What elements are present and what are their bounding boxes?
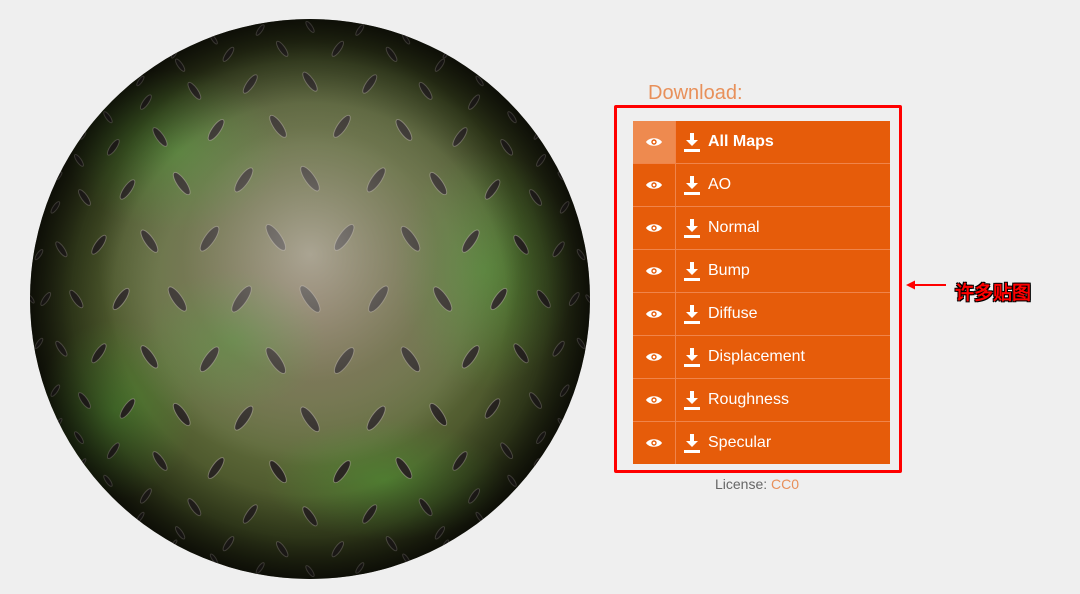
download-icon xyxy=(684,218,700,238)
map-row: Diffuse xyxy=(633,293,890,336)
download-icon xyxy=(684,304,700,324)
map-row: Bump xyxy=(633,250,890,293)
preview-button[interactable] xyxy=(633,250,676,292)
map-label: All Maps xyxy=(708,133,774,150)
license-line: License: CC0 xyxy=(715,476,799,492)
download-icon xyxy=(684,175,700,195)
preview-button[interactable] xyxy=(633,164,676,206)
preview-button[interactable] xyxy=(633,207,676,249)
preview-button[interactable] xyxy=(633,422,676,464)
download-button[interactable]: Displacement xyxy=(676,336,890,378)
download-icon xyxy=(684,132,700,152)
download-button[interactable]: All Maps xyxy=(676,121,890,163)
eye-icon xyxy=(646,224,662,232)
eye-icon xyxy=(646,181,662,189)
annotation-text: 许多贴图 xyxy=(955,282,1032,304)
eye-icon xyxy=(646,396,662,404)
download-icon xyxy=(684,261,700,281)
preview-button[interactable] xyxy=(633,336,676,378)
map-download-list: All Maps AO Normal Bump Diffuse Displacement R… xyxy=(633,121,890,464)
download-button[interactable]: Normal xyxy=(676,207,890,249)
map-label: Specular xyxy=(708,434,772,451)
texture-preview-sphere xyxy=(25,10,595,588)
download-heading: Download: xyxy=(648,82,743,104)
map-row: AO xyxy=(633,164,890,207)
map-row: Roughness xyxy=(633,379,890,422)
eye-icon xyxy=(646,310,662,318)
map-label: Displacement xyxy=(708,348,805,365)
download-button[interactable]: AO xyxy=(676,164,890,206)
eye-icon xyxy=(646,439,662,447)
preview-button[interactable] xyxy=(633,293,676,335)
map-label: Bump xyxy=(708,262,750,279)
sphere-svg xyxy=(30,19,590,579)
license-link[interactable]: CC0 xyxy=(771,476,799,492)
map-row: Displacement xyxy=(633,336,890,379)
map-label: Roughness xyxy=(708,391,789,408)
download-button[interactable]: Diffuse xyxy=(676,293,890,335)
download-icon xyxy=(684,433,700,453)
map-row: Specular xyxy=(633,422,890,464)
download-button[interactable]: Roughness xyxy=(676,379,890,421)
download-button[interactable]: Bump xyxy=(676,250,890,292)
map-row: All Maps xyxy=(633,121,890,164)
license-label: License: xyxy=(715,476,768,492)
download-button[interactable]: Specular xyxy=(676,422,890,464)
preview-button[interactable] xyxy=(633,379,676,421)
eye-icon xyxy=(646,138,662,146)
preview-button[interactable] xyxy=(633,121,676,163)
map-label: Normal xyxy=(708,219,760,236)
map-label: Diffuse xyxy=(708,305,758,322)
map-row: Normal xyxy=(633,207,890,250)
eye-icon xyxy=(646,267,662,275)
map-label: AO xyxy=(708,176,732,193)
arrow-left-icon xyxy=(906,280,946,290)
eye-icon xyxy=(646,353,662,361)
download-icon xyxy=(684,390,700,410)
download-icon xyxy=(684,347,700,367)
